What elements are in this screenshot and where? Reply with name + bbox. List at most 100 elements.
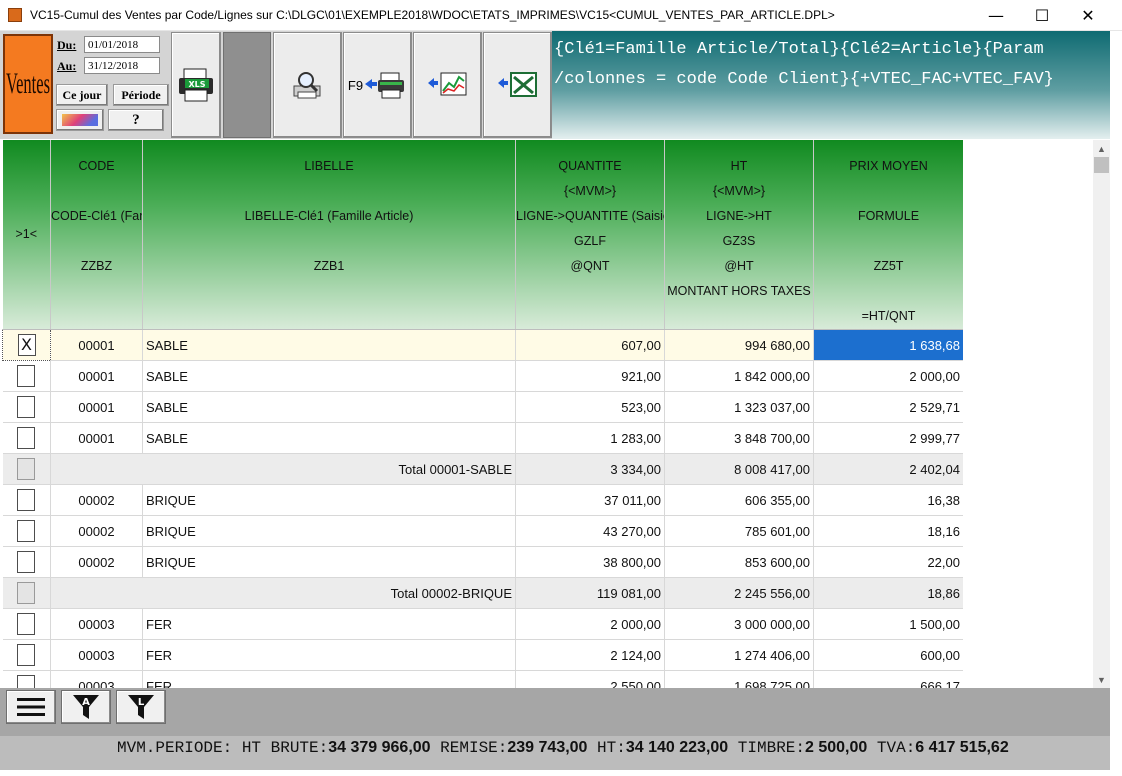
ht-cell[interactable]: 1 698 725,00 [664, 670, 814, 688]
scroll-down-arrow-icon[interactable]: ▼ [1093, 671, 1110, 688]
ht-cell[interactable]: 3 848 700,00 [664, 422, 814, 454]
export-xls-button[interactable]: XLS [171, 32, 221, 138]
prix-moyen-cell[interactable]: 1 638,68 [813, 329, 963, 361]
header-libelle[interactable]: LIBELLE LIBELLE-Clé1 (Famille Article) ZZB… [142, 140, 516, 330]
print-preview-button[interactable] [273, 32, 342, 138]
du-date-input[interactable] [84, 36, 160, 53]
quantite-cell[interactable]: 119 081,00 [515, 577, 665, 609]
quantite-cell[interactable]: 38 800,00 [515, 546, 665, 578]
sort-button[interactable]: A [61, 690, 111, 724]
maximize-button[interactable]: ☐ [1019, 0, 1065, 31]
prix-moyen-cell[interactable]: 666,17 [813, 670, 963, 688]
total-row[interactable]: Total 00001-SABLE 3 334,00 8 008 417,00 2 4… [2, 453, 963, 485]
ht-cell[interactable]: 994 680,00 [664, 329, 814, 361]
table-row[interactable]: 00001 SABLE 523,00 1 323 037,00 2 529,71 [2, 391, 963, 423]
quantite-cell[interactable]: 607,00 [515, 329, 665, 361]
row-checkbox-cell[interactable] [2, 391, 51, 423]
table-row[interactable]: 00003 FER 2 000,00 3 000 000,00 1 500,00 [2, 608, 963, 640]
code-cell[interactable]: 00001 [50, 329, 143, 361]
row-checkbox[interactable]: X [17, 334, 36, 356]
prix-moyen-cell[interactable]: 2 402,04 [813, 453, 963, 485]
row-checkbox-cell[interactable] [2, 484, 51, 516]
help-button[interactable]: ? [108, 109, 164, 131]
code-cell[interactable]: 00002 [50, 484, 143, 516]
ht-cell[interactable]: 606 355,00 [664, 484, 814, 516]
row-checkbox[interactable] [17, 489, 36, 511]
quantite-cell[interactable]: 1 283,00 [515, 422, 665, 454]
scrollbar-thumb[interactable] [1094, 157, 1109, 173]
close-button[interactable]: ✕ [1065, 0, 1111, 31]
libelle-cell[interactable]: FER [142, 639, 516, 671]
row-checkbox[interactable] [17, 427, 36, 449]
table-row[interactable]: 00001 SABLE 1 283,00 3 848 700,00 2 999,77 [2, 422, 963, 454]
row-checkbox-cell[interactable] [2, 670, 51, 688]
quantite-cell[interactable]: 2 550,00 [515, 670, 665, 688]
header-quantite[interactable]: QUANTITE {<MVM>} LIGNE->QUANTITE (Saisie) G… [515, 140, 665, 330]
prix-moyen-cell[interactable]: 18,16 [813, 515, 963, 547]
code-cell[interactable]: 00001 [50, 391, 143, 423]
prix-moyen-cell[interactable]: 2 000,00 [813, 360, 963, 392]
libelle-cell[interactable]: SABLE [142, 422, 516, 454]
header-ht[interactable]: HT {<MVM>} LIGNE->HT GZ3S @HT MONTANT HORS TA… [664, 140, 814, 330]
table-row[interactable]: 00001 SABLE 921,00 1 842 000,00 2 000,00 [2, 360, 963, 392]
row-checkbox-cell[interactable] [2, 608, 51, 640]
vertical-scrollbar[interactable]: ▲ ▼ [1093, 140, 1110, 688]
row-checkbox-cell[interactable] [2, 453, 51, 485]
quantite-cell[interactable]: 43 270,00 [515, 515, 665, 547]
total-row[interactable]: Total 00002-BRIQUE 119 081,00 2 245 556,00… [2, 577, 963, 609]
table-row[interactable]: 00002 BRIQUE 43 270,00 785 601,00 18,16 [2, 515, 963, 547]
code-cell[interactable]: 00003 [50, 639, 143, 671]
ht-cell[interactable]: 1 842 000,00 [664, 360, 814, 392]
table-row[interactable]: 00003 FER 2 124,00 1 274 406,00 600,00 [2, 639, 963, 671]
code-cell[interactable]: 00002 [50, 546, 143, 578]
quantite-cell[interactable]: 2 000,00 [515, 608, 665, 640]
excel-export-button[interactable] [483, 32, 552, 138]
libelle-cell[interactable]: FER [142, 670, 516, 688]
au-date-input[interactable] [84, 57, 160, 74]
row-checkbox[interactable] [17, 613, 36, 635]
prix-moyen-cell[interactable]: 600,00 [813, 639, 963, 671]
periode-button[interactable]: Période [113, 84, 169, 106]
ht-cell[interactable]: 785 601,00 [664, 515, 814, 547]
prix-moyen-cell[interactable]: 2 999,77 [813, 422, 963, 454]
row-checkbox[interactable] [17, 675, 36, 688]
ht-cell[interactable]: 1 323 037,00 [664, 391, 814, 423]
prix-moyen-cell[interactable]: 16,38 [813, 484, 963, 516]
row-checkbox[interactable] [17, 582, 36, 604]
ht-cell[interactable]: 853 600,00 [664, 546, 814, 578]
chart-button[interactable] [413, 32, 482, 138]
row-checkbox-cell[interactable] [2, 422, 51, 454]
ht-cell[interactable]: 8 008 417,00 [664, 453, 814, 485]
quantite-cell[interactable]: 3 334,00 [515, 453, 665, 485]
prix-moyen-cell[interactable]: 1 500,00 [813, 608, 963, 640]
libelle-cell[interactable]: BRIQUE [142, 484, 516, 516]
ht-cell[interactable]: 2 245 556,00 [664, 577, 814, 609]
table-row[interactable]: 00002 BRIQUE 37 011,00 606 355,00 16,38 [2, 484, 963, 516]
row-checkbox-cell[interactable] [2, 577, 51, 609]
filter-button[interactable]: L [116, 690, 166, 724]
row-checkbox[interactable] [17, 520, 36, 542]
code-cell[interactable]: 00001 [50, 422, 143, 454]
libelle-cell[interactable]: FER [142, 608, 516, 640]
prix-moyen-cell[interactable]: 18,86 [813, 577, 963, 609]
row-checkbox[interactable] [17, 644, 36, 666]
quantite-cell[interactable]: 2 124,00 [515, 639, 665, 671]
row-checkbox[interactable] [17, 365, 36, 387]
libelle-cell[interactable]: SABLE [142, 329, 516, 361]
print-f9-button[interactable]: F9 [343, 32, 412, 138]
row-checkbox-cell[interactable] [2, 360, 51, 392]
code-cell[interactable]: 00003 [50, 670, 143, 688]
quantite-cell[interactable]: 523,00 [515, 391, 665, 423]
row-checkbox-cell[interactable] [2, 515, 51, 547]
row-checkbox-cell[interactable] [2, 546, 51, 578]
libelle-cell[interactable]: SABLE [142, 360, 516, 392]
scroll-up-arrow-icon[interactable]: ▲ [1093, 140, 1110, 157]
ce-jour-button[interactable]: Ce jour [56, 84, 108, 106]
ventes-button[interactable]: Ventes [3, 34, 53, 134]
ht-cell[interactable]: 3 000 000,00 [664, 608, 814, 640]
row-checkbox[interactable] [17, 551, 36, 573]
code-cell[interactable]: 00003 [50, 608, 143, 640]
menu-button[interactable] [6, 690, 56, 724]
header-code[interactable]: CODE CODE-Clé1 (Famille Article) ZZBZ [50, 140, 143, 330]
color-palette-button[interactable] [56, 109, 104, 131]
